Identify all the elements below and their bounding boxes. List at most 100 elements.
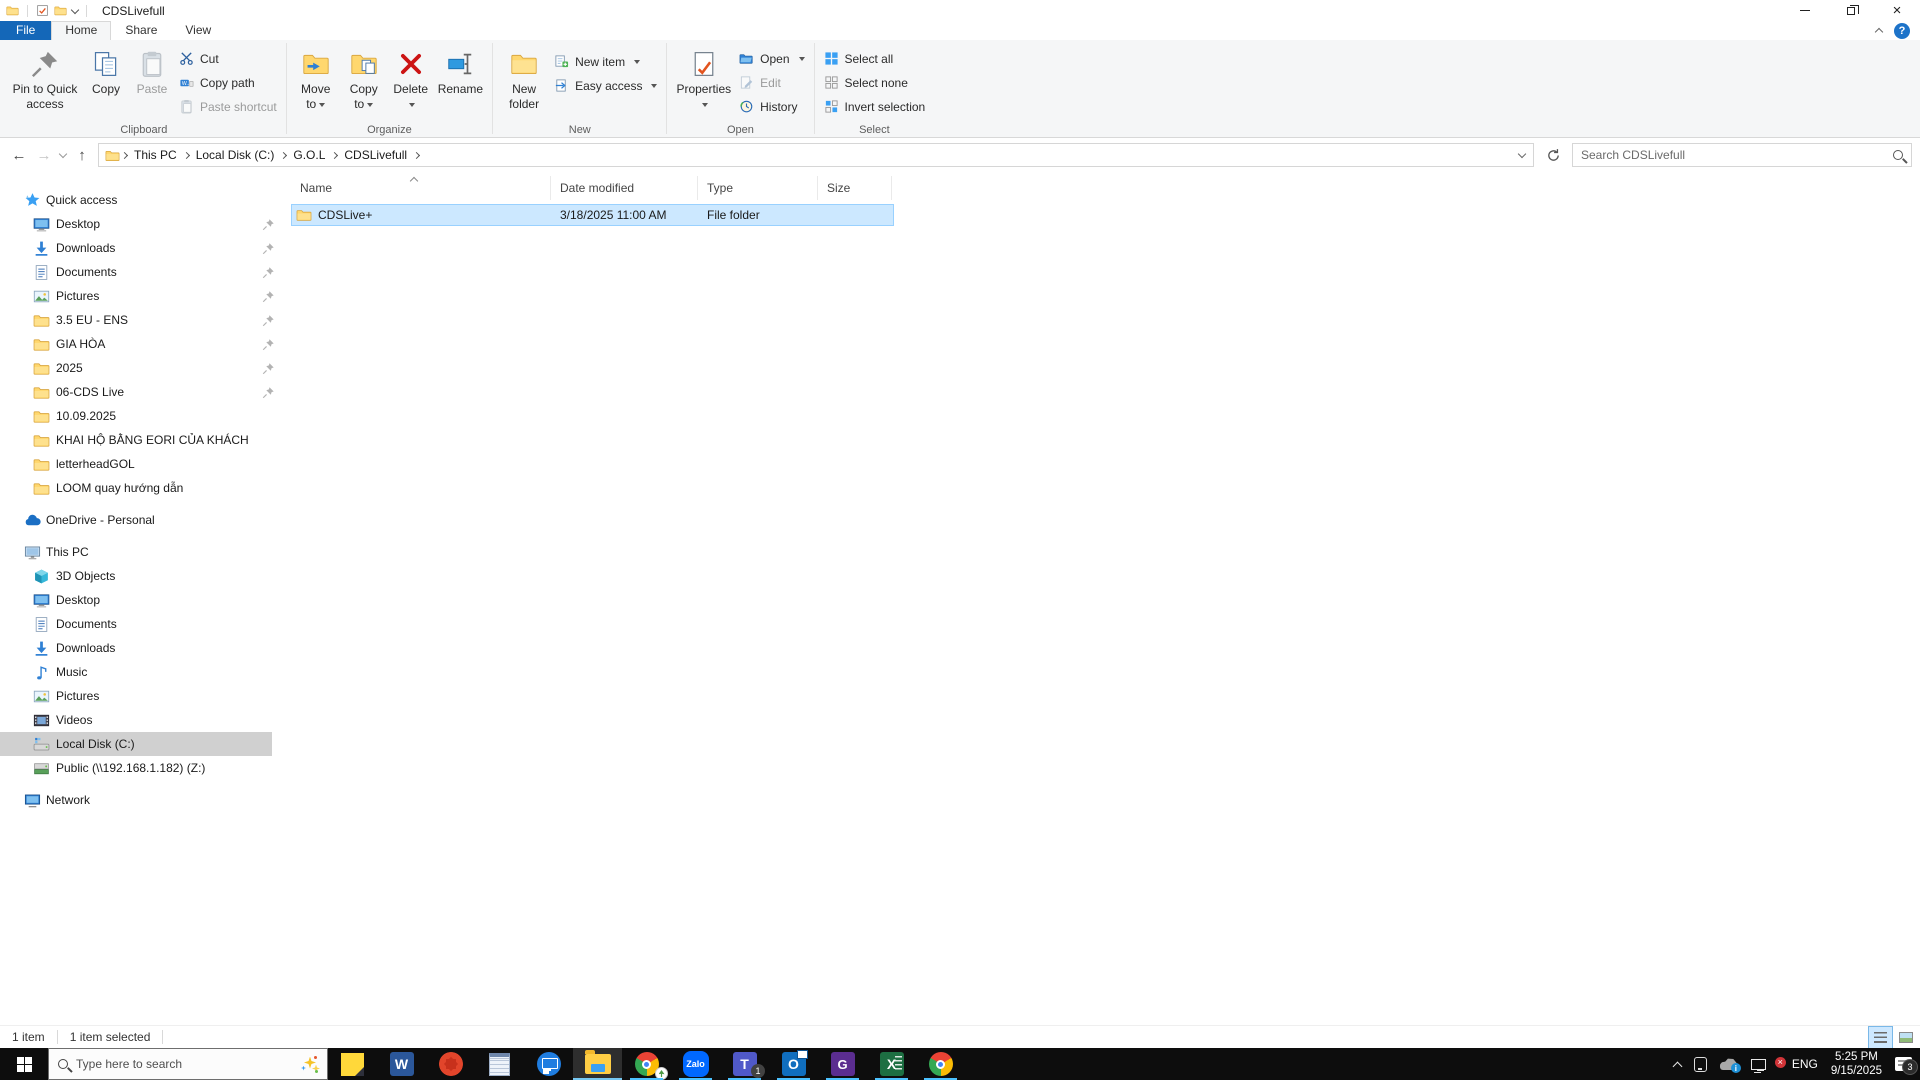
tab-view[interactable]: View: [171, 21, 225, 40]
sidebar-item-public-z[interactable]: Public (\\192.168.1.182) (Z:): [0, 756, 283, 780]
up-button[interactable]: ↑: [73, 147, 91, 164]
group-label-clipboard: Clipboard: [120, 124, 168, 136]
start-button[interactable]: [0, 1048, 48, 1080]
select-all-button[interactable]: Select all: [820, 48, 930, 69]
collapse-ribbon-chevron-icon[interactable]: [1874, 27, 1884, 37]
history-button[interactable]: History: [735, 96, 808, 117]
open-button[interactable]: Open: [735, 48, 808, 69]
sidebar-item-this-pc[interactable]: This PC: [0, 540, 283, 564]
cut-button[interactable]: Cut: [175, 48, 281, 69]
sidebar-item-folder-10092025[interactable]: 10.09.2025: [0, 404, 283, 428]
sidebar-item-folder-loom[interactable]: LOOM quay hướng dẫn: [0, 476, 283, 500]
qat-properties-icon[interactable]: [36, 4, 49, 17]
sidebar-item-folder-letterheadgol[interactable]: letterheadGOL: [0, 452, 283, 476]
restore-button[interactable]: [1828, 0, 1874, 21]
explorer-search-input[interactable]: [1581, 148, 1893, 162]
copy-path-button[interactable]: Copy path: [175, 72, 281, 93]
taskbar-app-ultraviewer[interactable]: [524, 1048, 573, 1080]
notification-center-icon[interactable]: [1895, 1057, 1918, 1075]
taskbar-app-excel[interactable]: X: [867, 1048, 916, 1080]
move-to-button[interactable]: Move to: [292, 43, 340, 112]
tray-expand-chevron-icon[interactable]: [1672, 1061, 1683, 1071]
onedrive-tray-icon[interactable]: [1720, 1058, 1741, 1073]
taskbar-app-word[interactable]: W: [377, 1048, 426, 1080]
clock[interactable]: 5:25 PM 9/15/2025: [1831, 1050, 1882, 1079]
help-button[interactable]: ?: [1894, 22, 1910, 39]
properties-button[interactable]: Properties: [672, 43, 735, 112]
sidebar-item-documents[interactable]: Documents: [0, 612, 283, 636]
breadcrumb-cdslivefull[interactable]: CDSLivefull: [339, 148, 412, 162]
sidebar-item-network[interactable]: Network: [0, 788, 283, 812]
qat-newfolder-icon[interactable]: [54, 4, 67, 17]
sidebar-item-3d-objects[interactable]: 3D Objects: [0, 564, 283, 588]
taskbar-app-sticky-notes[interactable]: [328, 1048, 377, 1080]
taskbar-app-chrome[interactable]: [916, 1048, 965, 1080]
column-header-date-modified[interactable]: Date modified: [551, 176, 698, 200]
sidebar-item-folder-2025[interactable]: 2025: [0, 356, 283, 380]
sidebar-item-desktop[interactable]: Desktop: [0, 588, 283, 612]
rename-button[interactable]: Rename: [434, 43, 487, 97]
g-app-icon: G: [830, 1052, 855, 1076]
sidebar-item-desktop-qa[interactable]: Desktop: [0, 212, 283, 236]
taskbar-app-file-explorer[interactable]: [573, 1048, 622, 1080]
easy-access-button[interactable]: Easy access: [550, 75, 661, 96]
large-icons-view-button[interactable]: [1893, 1026, 1918, 1049]
file-row-selected[interactable]: CDSLive+ 3/18/2025 11:00 AM File folder: [291, 204, 894, 226]
back-button[interactable]: ←: [10, 147, 28, 164]
sidebar-item-folder-06cdslive[interactable]: 06-CDS Live: [0, 380, 283, 404]
taskbar-app-teams[interactable]: T 1: [720, 1048, 769, 1080]
copy-to-button[interactable]: Copy to: [340, 43, 388, 112]
explorer-search-box[interactable]: [1572, 143, 1912, 167]
breadcrumb-this-pc[interactable]: This PC: [129, 148, 182, 162]
tab-home[interactable]: Home: [51, 21, 112, 40]
language-indicator[interactable]: ENG: [1792, 1057, 1818, 1071]
taskbar-app-notepad[interactable]: [475, 1048, 524, 1080]
3d-objects-icon: [33, 568, 50, 585]
new-item-button[interactable]: New item: [550, 51, 661, 72]
sidebar-item-onedrive[interactable]: OneDrive - Personal: [0, 508, 283, 532]
address-dropdown-chevron-icon[interactable]: [1517, 149, 1527, 159]
taskbar-app-zalo[interactable]: Zalo: [671, 1048, 720, 1080]
taskbar-app-g[interactable]: G: [818, 1048, 867, 1080]
tab-share[interactable]: Share: [111, 21, 171, 40]
sidebar-item-downloads-qa[interactable]: Downloads: [0, 236, 283, 260]
copy-button[interactable]: Copy: [83, 43, 129, 97]
refresh-button[interactable]: [1541, 143, 1565, 167]
sidebar-item-quick-access[interactable]: Quick access: [0, 188, 283, 212]
invert-selection-button[interactable]: Invert selection: [820, 96, 930, 117]
breadcrumb-local-disk[interactable]: Local Disk (C:): [191, 148, 280, 162]
sidebar-item-folder-giahoa[interactable]: GIA HÒA: [0, 332, 283, 356]
phone-link-tray-icon[interactable]: [1693, 1056, 1707, 1072]
select-none-button[interactable]: Select none: [820, 72, 930, 93]
details-view-button[interactable]: [1868, 1025, 1893, 1049]
taskbar-search-input[interactable]: [76, 1057, 293, 1071]
file-menu-button[interactable]: File: [0, 21, 52, 40]
new-folder-button[interactable]: New folder: [498, 43, 550, 112]
minimize-button[interactable]: [1782, 0, 1828, 21]
taskbar-app-chrome-profile[interactable]: [622, 1048, 671, 1080]
taskbar-app-ecus[interactable]: [426, 1048, 475, 1080]
qat-customize-chevron-icon[interactable]: [70, 5, 80, 14]
sidebar-item-folder-35eu[interactable]: 3.5 EU - ENS: [0, 308, 283, 332]
pin-to-quick-access-button[interactable]: Pin to Quick access: [7, 43, 83, 112]
breadcrumb-gol[interactable]: G.O.L: [288, 148, 330, 162]
taskbar-search-box[interactable]: [48, 1048, 328, 1080]
recent-locations-chevron-icon[interactable]: [58, 149, 68, 159]
sidebar-item-pictures-qa[interactable]: Pictures: [0, 284, 283, 308]
column-header-type[interactable]: Type: [698, 176, 818, 200]
column-header-size[interactable]: Size: [818, 176, 892, 200]
close-button[interactable]: ×: [1874, 0, 1920, 21]
sidebar-item-local-disk-c[interactable]: Local Disk (C:): [0, 732, 283, 756]
taskbar-app-outlook[interactable]: O: [769, 1048, 818, 1080]
delete-button[interactable]: Delete: [388, 43, 434, 112]
sidebar-item-documents-qa[interactable]: Documents: [0, 260, 283, 284]
address-field[interactable]: This PC Local Disk (C:) G.O.L CDSLiveful…: [98, 143, 1534, 167]
sidebar-item-folder-khaiho[interactable]: KHAI HỘ BẰNG EORI CỦA KHÁCH: [0, 428, 283, 452]
sidebar-item-videos[interactable]: Videos: [0, 708, 283, 732]
network-tray-icon[interactable]: [1750, 1059, 1766, 1073]
column-header-name[interactable]: Name: [291, 176, 551, 200]
sidebar-item-pictures[interactable]: Pictures: [0, 684, 283, 708]
sidebar-item-downloads[interactable]: Downloads: [0, 636, 283, 660]
sidebar-item-music[interactable]: Music: [0, 660, 283, 684]
dropdown-caret-icon: [702, 102, 709, 107]
